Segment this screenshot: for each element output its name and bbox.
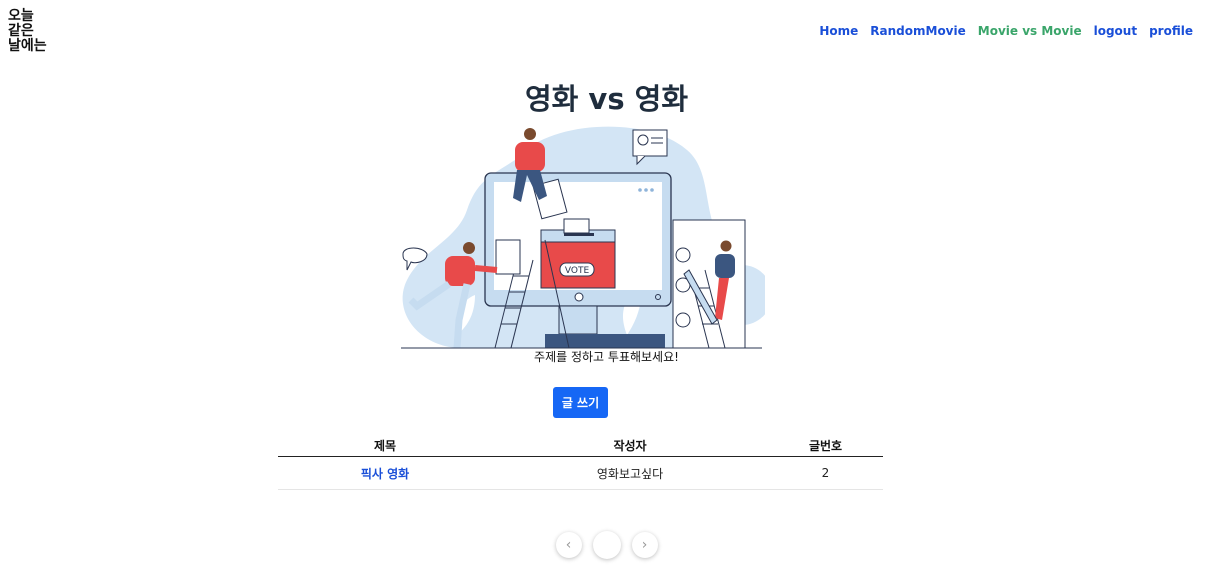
- chevron-right-icon: ›: [641, 537, 648, 553]
- nav-logout-link[interactable]: logout: [1094, 24, 1137, 38]
- header-post-number: 글번호: [768, 435, 883, 457]
- nav-profile-link[interactable]: profile: [1149, 24, 1193, 38]
- page-caption: 주제를 정하고 투표해보세요!: [534, 350, 679, 364]
- pagination: ‹ ›: [0, 531, 1213, 559]
- table-header-row: 제목 작성자 글번호: [278, 435, 883, 457]
- post-title-link[interactable]: 픽사 영화: [361, 467, 409, 481]
- header-author: 작성자: [492, 435, 768, 457]
- nav-randommovie-link[interactable]: RandomMovie: [870, 24, 965, 38]
- chevron-left-icon: ‹: [565, 537, 572, 553]
- nav-movie-vs-movie-link[interactable]: Movie vs Movie: [978, 24, 1082, 38]
- nav-home-link[interactable]: Home: [819, 24, 858, 38]
- write-post-button[interactable]: 글 쓰기: [553, 387, 608, 418]
- post-title-cell: 픽사 영화: [278, 456, 492, 490]
- page-title: 영화 vs 영화: [524, 82, 689, 116]
- prev-page-button[interactable]: ‹: [555, 532, 582, 558]
- header-title: 제목: [278, 435, 492, 457]
- current-page-indicator[interactable]: [592, 531, 621, 559]
- post-author-cell: 영화보고싶다: [492, 456, 768, 490]
- svg-text:VOTE: VOTE: [565, 266, 590, 276]
- post-number-cell: 2: [768, 456, 883, 490]
- top-nav: Home RandomMovie Movie vs Movie logout p…: [819, 24, 1193, 38]
- brand-logo[interactable]: 오늘 같은 날에는: [8, 9, 68, 54]
- table-row[interactable]: 픽사 영화 영화보고싶다 2: [278, 456, 883, 490]
- next-page-button[interactable]: ›: [631, 532, 658, 558]
- voting-illustration: VOTE: [401, 126, 765, 349]
- posts-table: 제목 작성자 글번호 픽사 영화 영화보고싶다 2: [278, 435, 883, 490]
